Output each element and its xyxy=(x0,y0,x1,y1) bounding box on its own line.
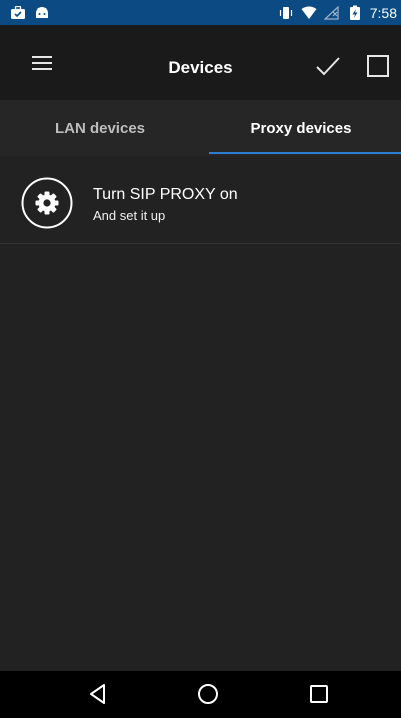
checkbox-icon[interactable] xyxy=(367,55,389,77)
checkmark-icon[interactable] xyxy=(315,55,341,77)
empty-content-area xyxy=(0,244,401,671)
gear-icon xyxy=(21,177,73,229)
back-icon[interactable] xyxy=(86,682,110,706)
status-left-icons xyxy=(0,5,50,21)
no-signal-icon xyxy=(323,5,340,21)
app-toolbar: Devices xyxy=(0,25,401,100)
tab-indicator xyxy=(209,152,401,154)
list-item-title: Turn SIP PROXY on xyxy=(93,186,238,203)
android-icon xyxy=(34,5,50,21)
list-item-subtitle: And set it up xyxy=(93,208,166,223)
status-bar: 7:58 xyxy=(0,0,401,25)
briefcase-icon xyxy=(10,5,26,21)
wifi-icon xyxy=(301,5,317,21)
device-tabs: LAN devices Proxy devices xyxy=(0,100,401,156)
tab-lan-devices[interactable]: LAN devices xyxy=(0,100,200,156)
vibrate-icon xyxy=(278,5,294,21)
battery-charging-icon xyxy=(347,5,363,21)
status-time: 7:58 xyxy=(369,4,397,21)
tab-proxy-devices[interactable]: Proxy devices xyxy=(201,100,401,156)
recent-apps-icon[interactable] xyxy=(307,682,331,706)
status-right-icons: 7:58 xyxy=(278,5,401,21)
system-nav-bar xyxy=(0,671,401,718)
home-icon[interactable] xyxy=(196,682,220,706)
